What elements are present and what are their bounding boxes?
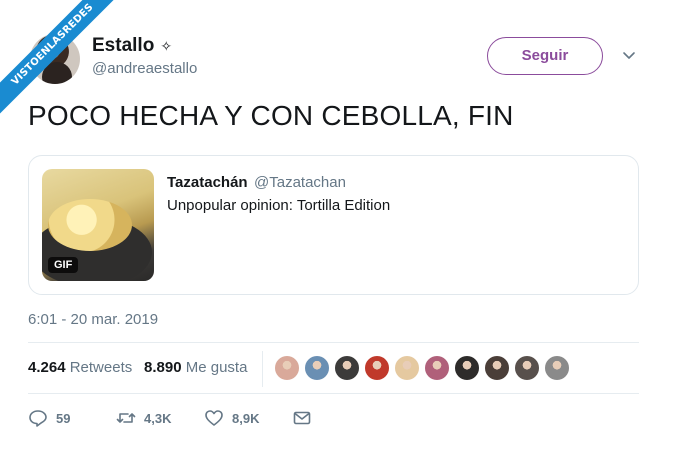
reply-button[interactable]: 59	[28, 408, 70, 428]
watermark-ribbon: VISTOENLASREDES	[0, 0, 120, 120]
tweet-timestamp[interactable]: 6:01 - 20 mar. 2019	[28, 311, 158, 328]
retweets-stat[interactable]: 4.264 Retweets	[28, 359, 132, 376]
liker-avatar[interactable]	[394, 355, 420, 381]
stats-divider	[262, 351, 263, 387]
retweet-count: 4,3K	[144, 410, 172, 426]
liker-avatar[interactable]	[274, 355, 300, 381]
watermark-text: VISTOENLASREDES	[0, 0, 120, 120]
chevron-down-icon[interactable]	[622, 48, 636, 62]
likes-count: 8.890	[144, 359, 182, 376]
message-button[interactable]	[292, 408, 312, 428]
like-count: 8,9K	[232, 410, 260, 426]
quoted-tweet-card[interactable]: GIF Tazatachán @Tazatachan Unpopular opi…	[28, 155, 639, 295]
tweet-header: Estallo ✧ @andreaestallo Seguir	[30, 32, 650, 86]
heart-icon	[205, 410, 223, 426]
likes-label: Me gusta	[185, 359, 248, 376]
sparkle-icon: ✧	[160, 38, 173, 54]
gif-thumbnail[interactable]: GIF	[42, 169, 154, 281]
liker-avatars	[274, 355, 570, 381]
liker-avatar[interactable]	[484, 355, 510, 381]
liker-avatar[interactable]	[544, 355, 570, 381]
engagement-stats: 4.264 Retweets 8.890 Me gusta	[28, 342, 639, 394]
gif-badge: GIF	[48, 257, 79, 273]
tortilla-shape	[48, 199, 132, 251]
retweet-icon	[116, 413, 136, 423]
liker-avatar[interactable]	[334, 355, 360, 381]
reply-icon	[29, 410, 47, 427]
liker-avatar[interactable]	[454, 355, 480, 381]
quoted-tweet-text: Unpopular opinion: Tortilla Edition	[167, 197, 391, 214]
mail-icon	[293, 411, 311, 425]
quoted-author-handle: @Tazatachan	[254, 174, 346, 191]
liker-avatar[interactable]	[304, 355, 330, 381]
liker-avatar[interactable]	[424, 355, 450, 381]
likes-stat[interactable]: 8.890 Me gusta	[144, 359, 247, 376]
quoted-author-name: Tazatachán	[167, 174, 248, 191]
like-button[interactable]: 8,9K	[204, 408, 259, 428]
retweets-label: Retweets	[69, 359, 133, 376]
follow-button[interactable]: Seguir	[487, 37, 603, 75]
retweet-button[interactable]: 4,3K	[116, 408, 171, 428]
liker-avatar[interactable]	[364, 355, 390, 381]
liker-avatar[interactable]	[514, 355, 540, 381]
tweet-actions: 59 4,3K 8,9K	[28, 408, 428, 432]
retweets-count: 4.264	[28, 359, 66, 376]
reply-count: 59	[56, 410, 71, 426]
